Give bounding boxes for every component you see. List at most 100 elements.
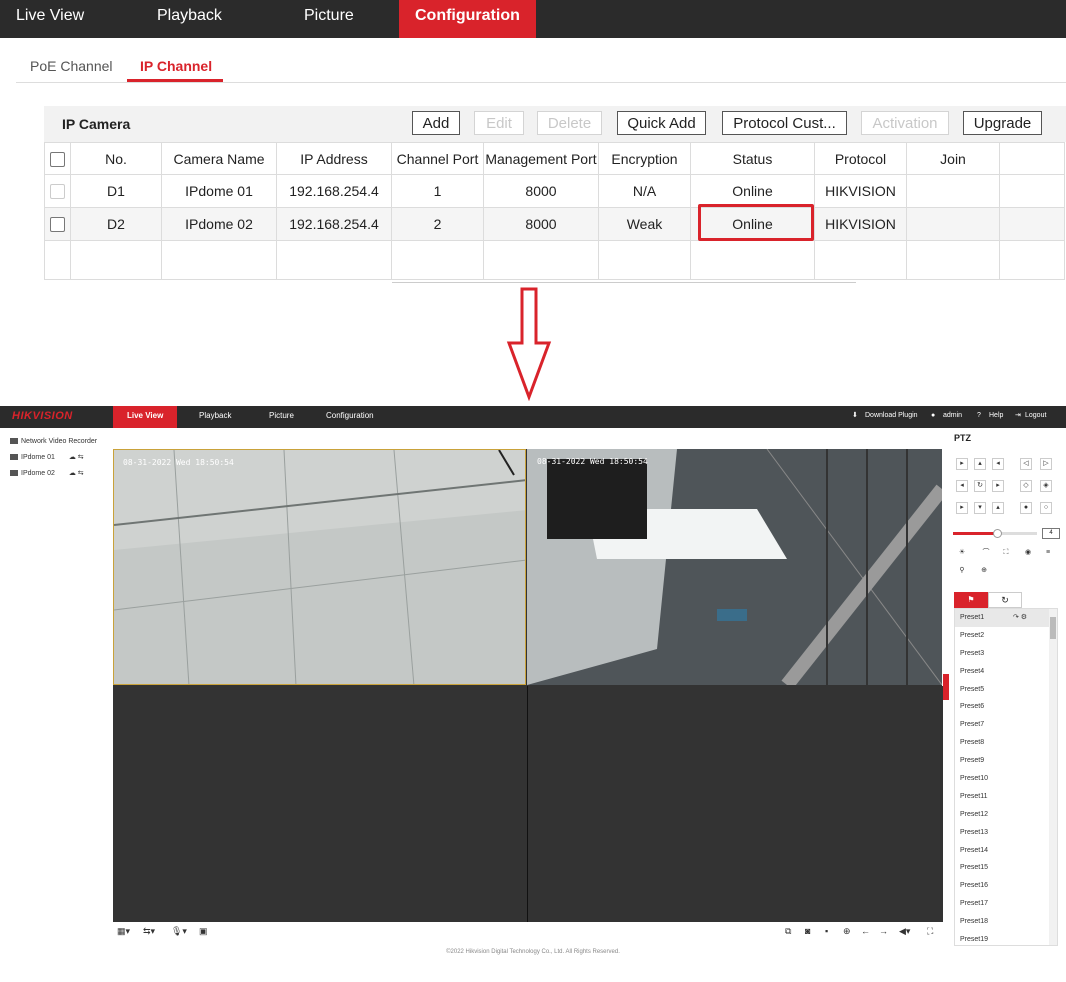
- video-pane-1[interactable]: 08-31-2022 Wed 18:50:54: [113, 449, 526, 685]
- manual-tracking-icon[interactable]: ⚲: [956, 566, 968, 578]
- tab-poe-channel[interactable]: PoE Channel: [30, 58, 113, 74]
- tab-ip-channel[interactable]: IP Channel: [140, 58, 212, 74]
- menu-icon[interactable]: ≡: [1042, 548, 1054, 560]
- ptz-collapse-handle[interactable]: [943, 674, 949, 700]
- preset-item[interactable]: Preset7: [955, 716, 1057, 734]
- ptz-speed-slider[interactable]: [953, 529, 1037, 538]
- help-link[interactable]: Help: [989, 406, 1003, 428]
- download-plugin-icon[interactable]: ⬇: [852, 406, 858, 428]
- preset-flag-icon[interactable]: ⚑: [954, 592, 988, 608]
- preset-item[interactable]: Preset9: [955, 752, 1057, 770]
- stream-type-icon[interactable]: ⇆▾: [143, 926, 155, 937]
- video-pane-4[interactable]: [527, 686, 943, 922]
- fullscreen-icon[interactable]: ⛶: [927, 926, 933, 937]
- auxiliary-focus-icon[interactable]: ⛶: [1000, 548, 1012, 560]
- next-page-icon[interactable]: →: [879, 926, 888, 936]
- nav-playback[interactable]: Playback: [157, 0, 222, 38]
- stream-icon[interactable]: ☁ ⇆: [69, 470, 84, 477]
- pane2-timestamp: 08-31-2022 Wed 18:50:54: [537, 457, 648, 466]
- row-checkbox[interactable]: [50, 217, 65, 233]
- 3d-zoom-icon[interactable]: ⊕: [978, 566, 990, 578]
- quick-add-button[interactable]: Quick Add: [617, 111, 706, 135]
- ptz-down-right-icon[interactable]: ▴: [992, 502, 1004, 514]
- cell-encryption: N/A: [598, 174, 691, 208]
- ptz-up-left-icon[interactable]: ▸: [956, 458, 968, 470]
- preset-item[interactable]: Preset2: [955, 627, 1057, 645]
- iris-open-icon[interactable]: ○: [1040, 502, 1052, 514]
- stream-icon[interactable]: ☁ ⇆: [69, 454, 84, 461]
- preset-call-icon[interactable]: ↷ ⚙: [1013, 609, 1027, 627]
- add-button[interactable]: Add: [412, 111, 460, 135]
- tree-camera-item[interactable]: IPdome 02 ☁ ⇆: [10, 466, 97, 482]
- table-row[interactable]: D1 IPdome 01 192.168.254.4 1 8000 N/A On…: [44, 174, 1065, 208]
- iris-close-icon[interactable]: ●: [1020, 502, 1032, 514]
- nav-picture[interactable]: Picture: [304, 0, 354, 38]
- zoom-icon[interactable]: ⊕: [843, 926, 851, 937]
- nav-configuration[interactable]: Configuration: [399, 0, 536, 38]
- preset-item[interactable]: Preset3: [955, 645, 1057, 663]
- zoom-in-icon[interactable]: ▷: [1040, 458, 1052, 470]
- nav-live-view[interactable]: Live View: [16, 0, 84, 38]
- wiper-icon[interactable]: ⌒: [980, 548, 992, 560]
- light-icon[interactable]: ☀: [956, 548, 968, 560]
- select-all-checkbox[interactable]: [50, 151, 65, 167]
- edit-button[interactable]: Edit: [474, 111, 524, 135]
- layout-icon[interactable]: ▦▾: [117, 926, 130, 937]
- microphone-icon[interactable]: 🎙▾: [171, 926, 187, 937]
- lv-nav-picture[interactable]: Picture: [269, 406, 294, 428]
- ptz-down-left-icon[interactable]: ▸: [956, 502, 968, 514]
- volume-icon[interactable]: ◀▾: [899, 926, 910, 937]
- ptz-right-icon[interactable]: ▸: [992, 480, 1004, 492]
- lv-nav-playback[interactable]: Playback: [199, 406, 231, 428]
- patrol-icon[interactable]: ↻: [988, 592, 1022, 608]
- preset-item[interactable]: Preset17: [955, 895, 1057, 913]
- stop-all-icon[interactable]: ▣: [199, 926, 208, 937]
- preset-item[interactable]: Preset11: [955, 788, 1057, 806]
- ptz-auto-icon[interactable]: ↻: [974, 480, 986, 492]
- admin-user[interactable]: admin: [943, 406, 962, 428]
- preset-item[interactable]: Preset13: [955, 824, 1057, 842]
- video-grid: 08-31-2022 Wed 18:50:54 08-31-2022 Wed 1…: [113, 449, 943, 922]
- preset-item[interactable]: Preset18: [955, 913, 1057, 931]
- table-row[interactable]: D2 IPdome 02 192.168.254.4 2 8000 Weak O…: [44, 207, 1065, 241]
- preset-item[interactable]: Preset19: [955, 931, 1057, 945]
- preset-item[interactable]: Preset4: [955, 663, 1057, 681]
- video-pane-3[interactable]: [113, 686, 526, 922]
- preset-item[interactable]: Preset1 ↷ ⚙: [955, 609, 1057, 627]
- video-pane-2[interactable]: 08-31-2022 Wed 18:50:54: [527, 449, 942, 685]
- slider-knob[interactable]: [993, 529, 1002, 538]
- preset-item[interactable]: Preset6: [955, 698, 1057, 716]
- ptz-up-right-icon[interactable]: ◂: [992, 458, 1004, 470]
- preset-item[interactable]: Preset15: [955, 859, 1057, 877]
- ptz-up-icon[interactable]: ▴: [974, 458, 986, 470]
- lv-nav-configuration[interactable]: Configuration: [326, 406, 374, 428]
- preset-scrollbar[interactable]: [1049, 609, 1057, 945]
- row-checkbox[interactable]: [50, 184, 65, 200]
- protocol-custom-button[interactable]: Protocol Cust...: [722, 111, 847, 135]
- preset-item[interactable]: Preset14: [955, 842, 1057, 860]
- focus-far-icon[interactable]: ◈: [1040, 480, 1052, 492]
- preset-item[interactable]: Preset12: [955, 806, 1057, 824]
- ptz-left-icon[interactable]: ◂: [956, 480, 968, 492]
- delete-button[interactable]: Delete: [537, 111, 602, 135]
- snapshot-icon[interactable]: ⧉: [785, 926, 791, 937]
- activation-button[interactable]: Activation: [861, 111, 949, 135]
- tree-root[interactable]: Network Video Recorder: [10, 434, 97, 450]
- logout-link[interactable]: Logout: [1025, 406, 1046, 428]
- download-plugin-link[interactable]: Download Plugin: [865, 406, 918, 428]
- focus-near-icon[interactable]: ◇: [1020, 480, 1032, 492]
- ptz-down-icon[interactable]: ▾: [974, 502, 986, 514]
- select-all-cell: [44, 142, 71, 175]
- record-icon[interactable]: ▪: [825, 926, 828, 936]
- zoom-out-icon[interactable]: ◁: [1020, 458, 1032, 470]
- lv-nav-live-view[interactable]: Live View: [113, 406, 178, 428]
- prev-page-icon[interactable]: ←: [861, 926, 870, 936]
- preset-item[interactable]: Preset10: [955, 770, 1057, 788]
- capture-icon[interactable]: ◙: [805, 926, 810, 936]
- preset-item[interactable]: Preset16: [955, 877, 1057, 895]
- lens-init-icon[interactable]: ◉: [1022, 548, 1034, 560]
- preset-item[interactable]: Preset8: [955, 734, 1057, 752]
- upgrade-button[interactable]: Upgrade: [963, 111, 1042, 135]
- preset-item[interactable]: Preset5: [955, 681, 1057, 699]
- tree-camera-item[interactable]: IPdome 01 ☁ ⇆: [10, 450, 97, 466]
